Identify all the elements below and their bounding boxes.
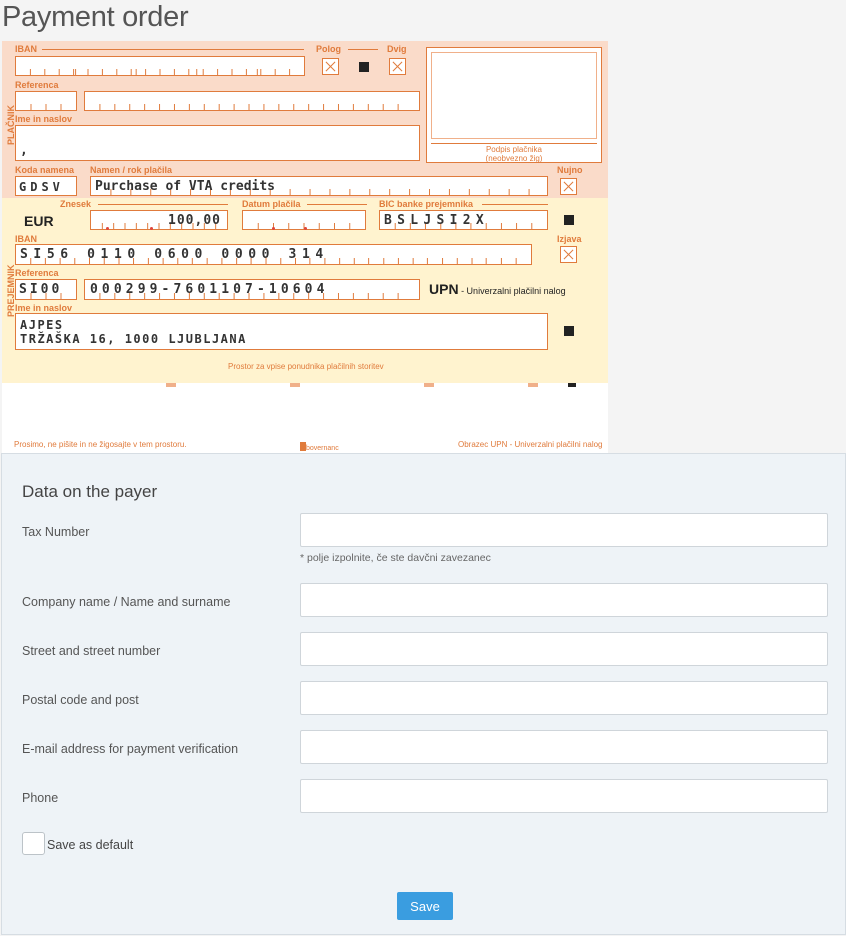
statement-label: Izjava — [557, 234, 582, 244]
purpose-code-label: Koda namena — [15, 165, 75, 175]
payer-name-label: Ime in naslov — [15, 114, 73, 124]
dvig-label: Dvig — [387, 44, 407, 54]
urgent-label: Nujno — [557, 165, 583, 175]
stamp-label: (neobvezno žig) — [485, 154, 543, 163]
polog-label: Polog — [316, 44, 341, 54]
purpose-code-field: GDSV — [15, 176, 77, 196]
receiver-name-label: Ime in naslov — [15, 303, 73, 313]
bic-value: BSLJSI2X — [384, 213, 490, 228]
signature-box: Podpis plačnika (neobvezno žig) — [426, 47, 602, 163]
payer-reference-label: Referenca — [15, 80, 59, 90]
save-as-default-label: Save as default — [47, 838, 134, 852]
receiver-iban-value: SI56 0110 0600 0000 314 — [20, 247, 329, 262]
payer-model-field — [15, 91, 77, 111]
amount-value: 100,00 — [168, 213, 221, 228]
receiver-iban-label: IBAN — [15, 234, 37, 244]
phone-label: Phone — [22, 791, 59, 805]
receiver-name-field: AJPES TRŽAŠKA 16, 1000 LJUBLJANA — [15, 313, 548, 350]
street-input[interactable] — [300, 632, 828, 666]
purpose-code-value: GDSV — [19, 180, 64, 194]
upn-subtitle: - Univerzalni plačilni nalog — [458, 286, 566, 296]
receiver-name-value: AJPES — [20, 318, 64, 332]
postal-code-label: Postal code and post — [22, 693, 139, 707]
statement-checkbox — [560, 246, 577, 263]
currency-label: EUR — [24, 213, 54, 229]
payer-name-value: , — [20, 143, 28, 158]
marker-square — [359, 62, 369, 72]
payer-data-panel: Data on the payer Tax Number * polje izp… — [1, 453, 846, 935]
payer-data-heading: Data on the payer — [22, 482, 158, 501]
dvig-checkbox — [389, 58, 406, 75]
amount-label: Znesek — [60, 199, 92, 209]
payer-reference-field — [84, 91, 420, 111]
tax-number-input[interactable] — [300, 513, 828, 547]
form-name-note: Obrazec UPN - Univerzalni plačilni nalog — [458, 440, 603, 449]
email-label: E-mail address for payment verification — [22, 742, 239, 756]
payer-iban-label: IBAN — [15, 44, 37, 54]
tax-number-note: * polje izpolnite, če ste davčni zavezan… — [300, 552, 491, 564]
amount-field: 100,00 — [90, 210, 228, 230]
save-as-default-checkbox[interactable] — [22, 832, 45, 855]
polog-checkbox — [322, 58, 339, 75]
upn-payment-slip: PLAČNIK PREJEMNIK IBAN Polog Dvig Refere… — [2, 41, 608, 453]
tax-number-label: Tax Number — [22, 525, 90, 539]
company-name-label: Company name / Name and surname — [22, 595, 231, 609]
purpose-label: Namen / rok plačila — [90, 165, 173, 175]
perforation — [166, 383, 538, 387]
purpose-value: Purchase of VTA credits — [95, 179, 276, 194]
receiver-iban-field: SI56 0110 0600 0000 314 — [15, 244, 532, 265]
street-label: Street and street number — [22, 644, 161, 658]
purpose-field: Purchase of VTA credits — [90, 176, 548, 196]
no-writing-note: Prosimo, ne pišite in ne žigosajte v tem… — [14, 440, 187, 449]
postal-code-input[interactable] — [300, 681, 828, 715]
payer-name-field: , — [15, 125, 420, 161]
printer-logo: bovernanc — [300, 442, 339, 452]
email-input[interactable] — [300, 730, 828, 764]
receiver-reference-value: 000299-7601107-10604 — [90, 282, 329, 297]
signature-label: Podpis plačnika — [485, 145, 543, 154]
receiver-model-field: SI00 — [15, 279, 77, 300]
page-title: Payment order — [2, 1, 189, 33]
company-name-input[interactable] — [300, 583, 828, 617]
receiver-address-value: TRŽAŠKA 16, 1000 LJUBLJANA — [20, 332, 247, 346]
phone-input[interactable] — [300, 779, 828, 813]
bic-label: BIC banke prejemnika — [379, 199, 474, 209]
receiver-reference-label: Referenca — [15, 268, 59, 278]
bic-field: BSLJSI2X — [379, 210, 548, 230]
psp-space-label: Prostor za vpise ponudnika plačilnih sto… — [228, 362, 384, 371]
payer-iban-field — [15, 56, 305, 76]
upn-title: UPN - Univerzalni plačilni nalog — [429, 281, 566, 297]
date-label: Datum plačila — [242, 199, 301, 209]
urgent-checkbox — [560, 178, 577, 195]
receiver-model-value: SI00 — [19, 282, 63, 297]
receiver-reference-field: 000299-7601107-10604 — [84, 279, 420, 300]
save-button[interactable]: Save — [397, 892, 453, 920]
